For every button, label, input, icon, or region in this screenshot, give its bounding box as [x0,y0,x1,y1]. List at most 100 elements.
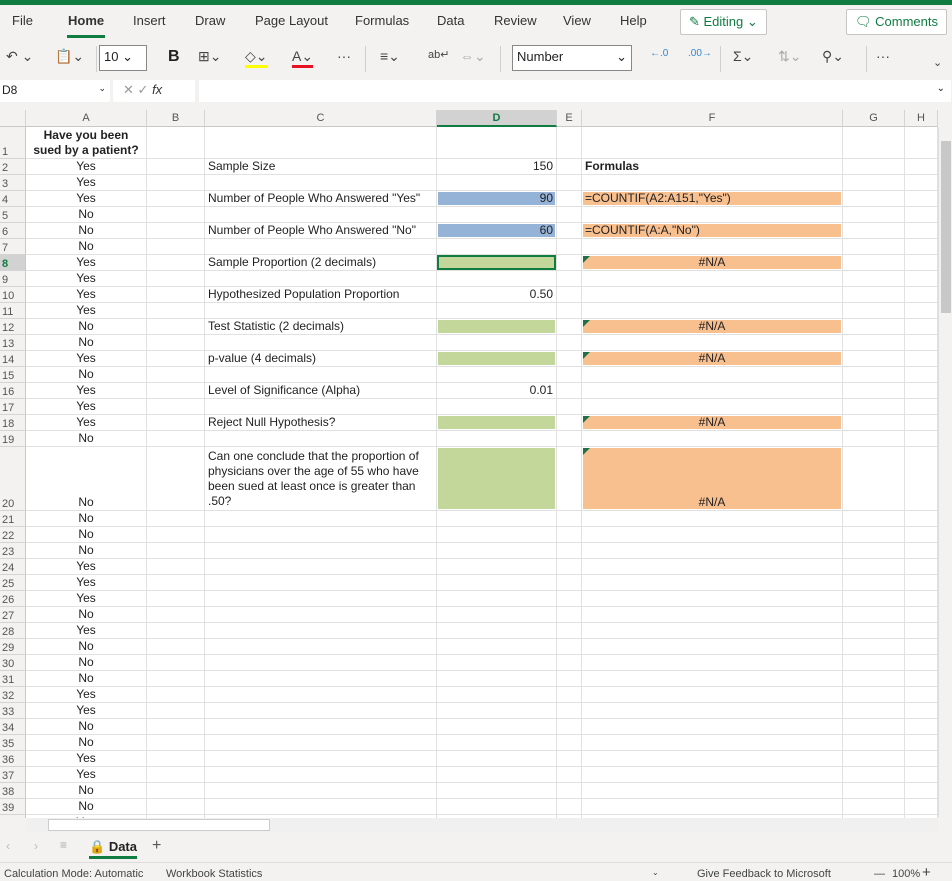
cell-a3[interactable]: Yes [26,175,147,191]
status-chevron-icon[interactable]: ⌄ [652,868,659,877]
row-header-7[interactable]: 7 [0,239,26,255]
row-header-8[interactable]: 8 [0,255,26,271]
cell-d12[interactable] [437,319,557,335]
cell-b23[interactable] [147,543,205,559]
cell-f17[interactable] [582,399,843,415]
row-header-15[interactable]: 15 [0,367,26,383]
cell-e2[interactable] [557,159,582,175]
cell-h20[interactable] [905,447,938,511]
cell-b6[interactable] [147,223,205,239]
cell-a33[interactable]: Yes [26,703,147,719]
cell-d26[interactable] [437,591,557,607]
cell-d24[interactable] [437,559,557,575]
cell-b20[interactable] [147,447,205,511]
cell-d21[interactable] [437,511,557,527]
row-header-33[interactable]: 33 [0,703,26,719]
cell-b30[interactable] [147,655,205,671]
spreadsheet-grid[interactable]: A B C D E F G H 1 Have you been sued by a patient… [0,110,938,818]
cell-h36[interactable] [905,751,938,767]
zoom-in-icon[interactable]: + [922,864,931,881]
cell-c12[interactable]: Test Statistic (2 decimals) [205,319,437,335]
column-header-e[interactable]: E [557,110,582,127]
name-box[interactable]: D8 ⌄ [0,80,110,102]
cell-a39[interactable]: No [26,799,147,815]
all-sheets-icon[interactable]: ≡ [60,838,67,852]
cell-c33[interactable] [205,703,437,719]
cell-c4[interactable]: Number of People Who Answered "Yes" [205,191,437,207]
cell-h38[interactable] [905,783,938,799]
cell-c34[interactable] [205,719,437,735]
cell-h6[interactable] [905,223,938,239]
number-format-select[interactable]: Number ⌄ [512,45,632,71]
more-options-icon[interactable]: ··· [876,48,890,64]
cell-g36[interactable] [843,751,905,767]
cell-c3[interactable] [205,175,437,191]
cell-h27[interactable] [905,607,938,623]
cell-a18[interactable]: Yes [26,415,147,431]
cell-h19[interactable] [905,431,938,447]
workbook-statistics[interactable]: Workbook Statistics [166,868,262,880]
cell-e15[interactable] [557,367,582,383]
cell-f34[interactable] [582,719,843,735]
cell-h37[interactable] [905,767,938,783]
cell-h14[interactable] [905,351,938,367]
cell-c13[interactable] [205,335,437,351]
cell-e22[interactable] [557,527,582,543]
cell-h34[interactable] [905,719,938,735]
editing-mode-button[interactable]: ✎ Editing ⌄ [680,9,767,35]
font-size-select[interactable]: 10 ⌄ [99,45,147,71]
cell-b1[interactable] [147,127,205,159]
cell-b35[interactable] [147,735,205,751]
cell-b26[interactable] [147,591,205,607]
cell-g1[interactable] [843,127,905,159]
cell-d32[interactable] [437,687,557,703]
cell-g23[interactable] [843,543,905,559]
cell-a9[interactable]: Yes [26,271,147,287]
cell-d22[interactable] [437,527,557,543]
cell-c27[interactable] [205,607,437,623]
cell-a30[interactable]: No [26,655,147,671]
cell-f31[interactable] [582,671,843,687]
cell-f24[interactable] [582,559,843,575]
error-indicator-icon[interactable] [583,256,590,263]
cell-h26[interactable] [905,591,938,607]
cell-g22[interactable] [843,527,905,543]
cell-c26[interactable] [205,591,437,607]
cell-d36[interactable] [437,751,557,767]
cell-b29[interactable] [147,639,205,655]
cell-d15[interactable] [437,367,557,383]
cell-c10[interactable]: Hypothesized Population Proportion [205,287,437,303]
cell-c37[interactable] [205,767,437,783]
cell-a32[interactable]: Yes [26,687,147,703]
cell-a25[interactable]: Yes [26,575,147,591]
cell-h35[interactable] [905,735,938,751]
cell-e38[interactable] [557,783,582,799]
cell-h30[interactable] [905,655,938,671]
cell-h3[interactable] [905,175,938,191]
cell-f38[interactable] [582,783,843,799]
cell-e31[interactable] [557,671,582,687]
row-header-13[interactable]: 13 [0,335,26,351]
cell-b8[interactable] [147,255,205,271]
cell-b34[interactable] [147,719,205,735]
cell-h2[interactable] [905,159,938,175]
cell-b19[interactable] [147,431,205,447]
paste-icon[interactable]: 📋⌄ [55,48,84,65]
cell-b9[interactable] [147,271,205,287]
row-header-16[interactable]: 16 [0,383,26,399]
row-header-23[interactable]: 23 [0,543,26,559]
cell-e11[interactable] [557,303,582,319]
cell-d1[interactable] [437,127,557,159]
cell-h32[interactable] [905,687,938,703]
next-sheet-icon[interactable]: › [34,839,38,853]
undo-icon[interactable]: ↶ ⌄ [6,48,33,65]
cell-g14[interactable] [843,351,905,367]
cell-f15[interactable] [582,367,843,383]
sheet-tab-data[interactable]: 🔒 Data [89,835,137,859]
cell-g24[interactable] [843,559,905,575]
cell-f13[interactable] [582,335,843,351]
cell-a35[interactable]: No [26,735,147,751]
cell-g3[interactable] [843,175,905,191]
column-header-c[interactable]: C [205,110,437,127]
cell-f39[interactable] [582,799,843,815]
